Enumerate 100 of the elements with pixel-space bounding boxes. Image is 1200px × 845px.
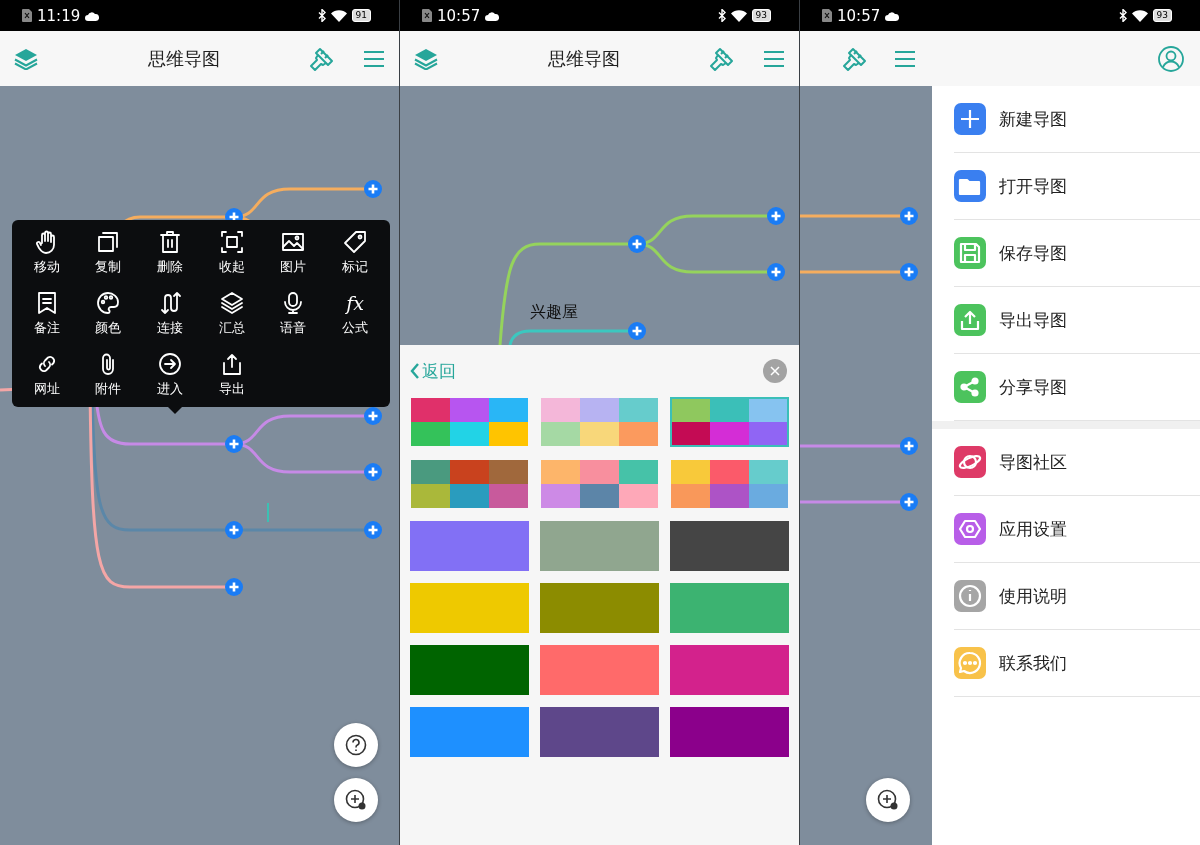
add-icon [345, 789, 367, 811]
menu-item[interactable]: fx 公式 [324, 289, 386, 350]
menu-item[interactable]: 图片 [262, 228, 325, 289]
add-node-button[interactable] [900, 263, 918, 281]
layers-icon[interactable] [414, 47, 438, 70]
collapse-icon [219, 230, 244, 254]
connect-icon [158, 291, 183, 315]
sim-card-icon [22, 9, 32, 22]
add-button[interactable] [866, 778, 910, 822]
app-title: 思维导图 [546, 46, 621, 71]
cloud-icon [85, 10, 100, 21]
battery-indicator: 93 [1152, 9, 1172, 22]
menu-item[interactable]: 汇总 [201, 289, 263, 350]
add-node-button[interactable] [225, 435, 243, 453]
brush-icon[interactable] [309, 45, 335, 72]
brush-icon[interactable] [709, 45, 735, 72]
menu-icon[interactable] [763, 49, 785, 68]
close-icon [769, 365, 781, 377]
help-icon [345, 734, 367, 756]
add-node-button[interactable] [364, 463, 382, 481]
color-swatch[interactable] [540, 707, 659, 757]
color-swatch[interactable] [540, 645, 659, 695]
drawer-item[interactable]: 导出导图 [954, 287, 1200, 354]
help-button[interactable] [334, 723, 378, 767]
drawer-item[interactable]: 导图社区 [954, 429, 1200, 496]
color-swatch[interactable] [540, 521, 659, 571]
menu-item[interactable]: 网址 [16, 350, 78, 411]
app-title: 思维导图 [146, 46, 221, 71]
menu-item[interactable]: 颜色 [77, 289, 140, 350]
color-swatch[interactable] [540, 397, 659, 447]
trash-icon [158, 230, 183, 254]
add-node-button[interactable] [900, 493, 918, 511]
brush-icon[interactable] [842, 45, 868, 72]
menu-item[interactable]: 收起 [201, 228, 263, 289]
color-swatch[interactable] [540, 583, 659, 633]
menu-item[interactable]: 标记 [324, 228, 386, 289]
cloud-icon [885, 10, 900, 21]
menu-icon[interactable] [894, 49, 916, 68]
color-swatch[interactable] [410, 459, 529, 509]
menu-item[interactable]: 附件 [77, 350, 140, 411]
drawer-item[interactable]: 打开导图 [954, 153, 1200, 220]
wifi-icon [730, 9, 747, 22]
user-icon[interactable] [1158, 45, 1184, 72]
color-swatch[interactable] [670, 459, 789, 509]
bluetooth-icon [317, 9, 326, 22]
bluetooth-icon [717, 9, 726, 22]
menu-item[interactable]: 进入 [139, 350, 201, 411]
drawer-item[interactable]: 保存导图 [954, 220, 1200, 287]
color-swatch[interactable] [670, 707, 789, 757]
color-swatch[interactable] [670, 397, 789, 447]
chevron-left-icon [410, 362, 420, 380]
color-swatch[interactable] [410, 521, 529, 571]
menu-item[interactable]: 连接 [139, 289, 201, 350]
add-button[interactable] [334, 778, 378, 822]
add-node-button[interactable] [767, 207, 785, 225]
menu-item[interactable]: 备注 [16, 289, 78, 350]
menu-item[interactable]: 复制 [77, 228, 140, 289]
bluetooth-icon [1118, 9, 1127, 22]
color-swatch[interactable] [410, 707, 529, 757]
add-node-button[interactable] [900, 207, 918, 225]
color-swatch[interactable] [670, 645, 789, 695]
sim-card-icon [822, 9, 832, 22]
sim-card-icon [422, 9, 432, 22]
drawer-item[interactable]: 联系我们 [954, 630, 1200, 697]
copy-icon [96, 230, 121, 254]
menu-item[interactable]: 删除 [139, 228, 201, 289]
battery-indicator: 93 [751, 9, 771, 22]
add-node-button[interactable] [364, 521, 382, 539]
add-node-button[interactable] [225, 578, 243, 596]
tag-icon [343, 230, 368, 254]
color-swatch[interactable] [670, 521, 789, 571]
color-swatch[interactable] [670, 583, 789, 633]
drawer-item[interactable]: 新建导图 [954, 86, 1200, 153]
drawer-item[interactable]: 使用说明 [954, 563, 1200, 630]
color-swatch[interactable] [410, 583, 529, 633]
add-icon [877, 789, 899, 811]
add-node-button[interactable] [364, 407, 382, 425]
drawer-item[interactable]: 应用设置 [954, 496, 1200, 563]
color-swatch[interactable] [410, 397, 529, 447]
add-node-button[interactable] [364, 180, 382, 198]
add-node-button[interactable] [225, 521, 243, 539]
menu-item[interactable]: 语音 [262, 289, 325, 350]
node-label[interactable]: 兴趣屋 [530, 302, 578, 323]
layers-icon [219, 291, 244, 315]
close-button[interactable] [763, 359, 787, 383]
wifi-icon [330, 9, 347, 22]
menu-icon[interactable] [363, 49, 385, 68]
status-time: 10:57 [437, 6, 481, 25]
text-cursor [267, 502, 269, 523]
menu-item[interactable]: 移动 [16, 228, 78, 289]
add-node-button[interactable] [767, 263, 785, 281]
add-node-button[interactable] [628, 322, 646, 340]
add-node-button[interactable] [900, 437, 918, 455]
image-icon [281, 230, 306, 254]
menu-item[interactable]: 导出 [201, 350, 263, 411]
color-swatch[interactable] [410, 645, 529, 695]
palette-icon [96, 291, 121, 315]
color-swatch[interactable] [540, 459, 659, 509]
add-node-button[interactable] [628, 235, 646, 253]
layers-icon[interactable] [14, 47, 38, 70]
